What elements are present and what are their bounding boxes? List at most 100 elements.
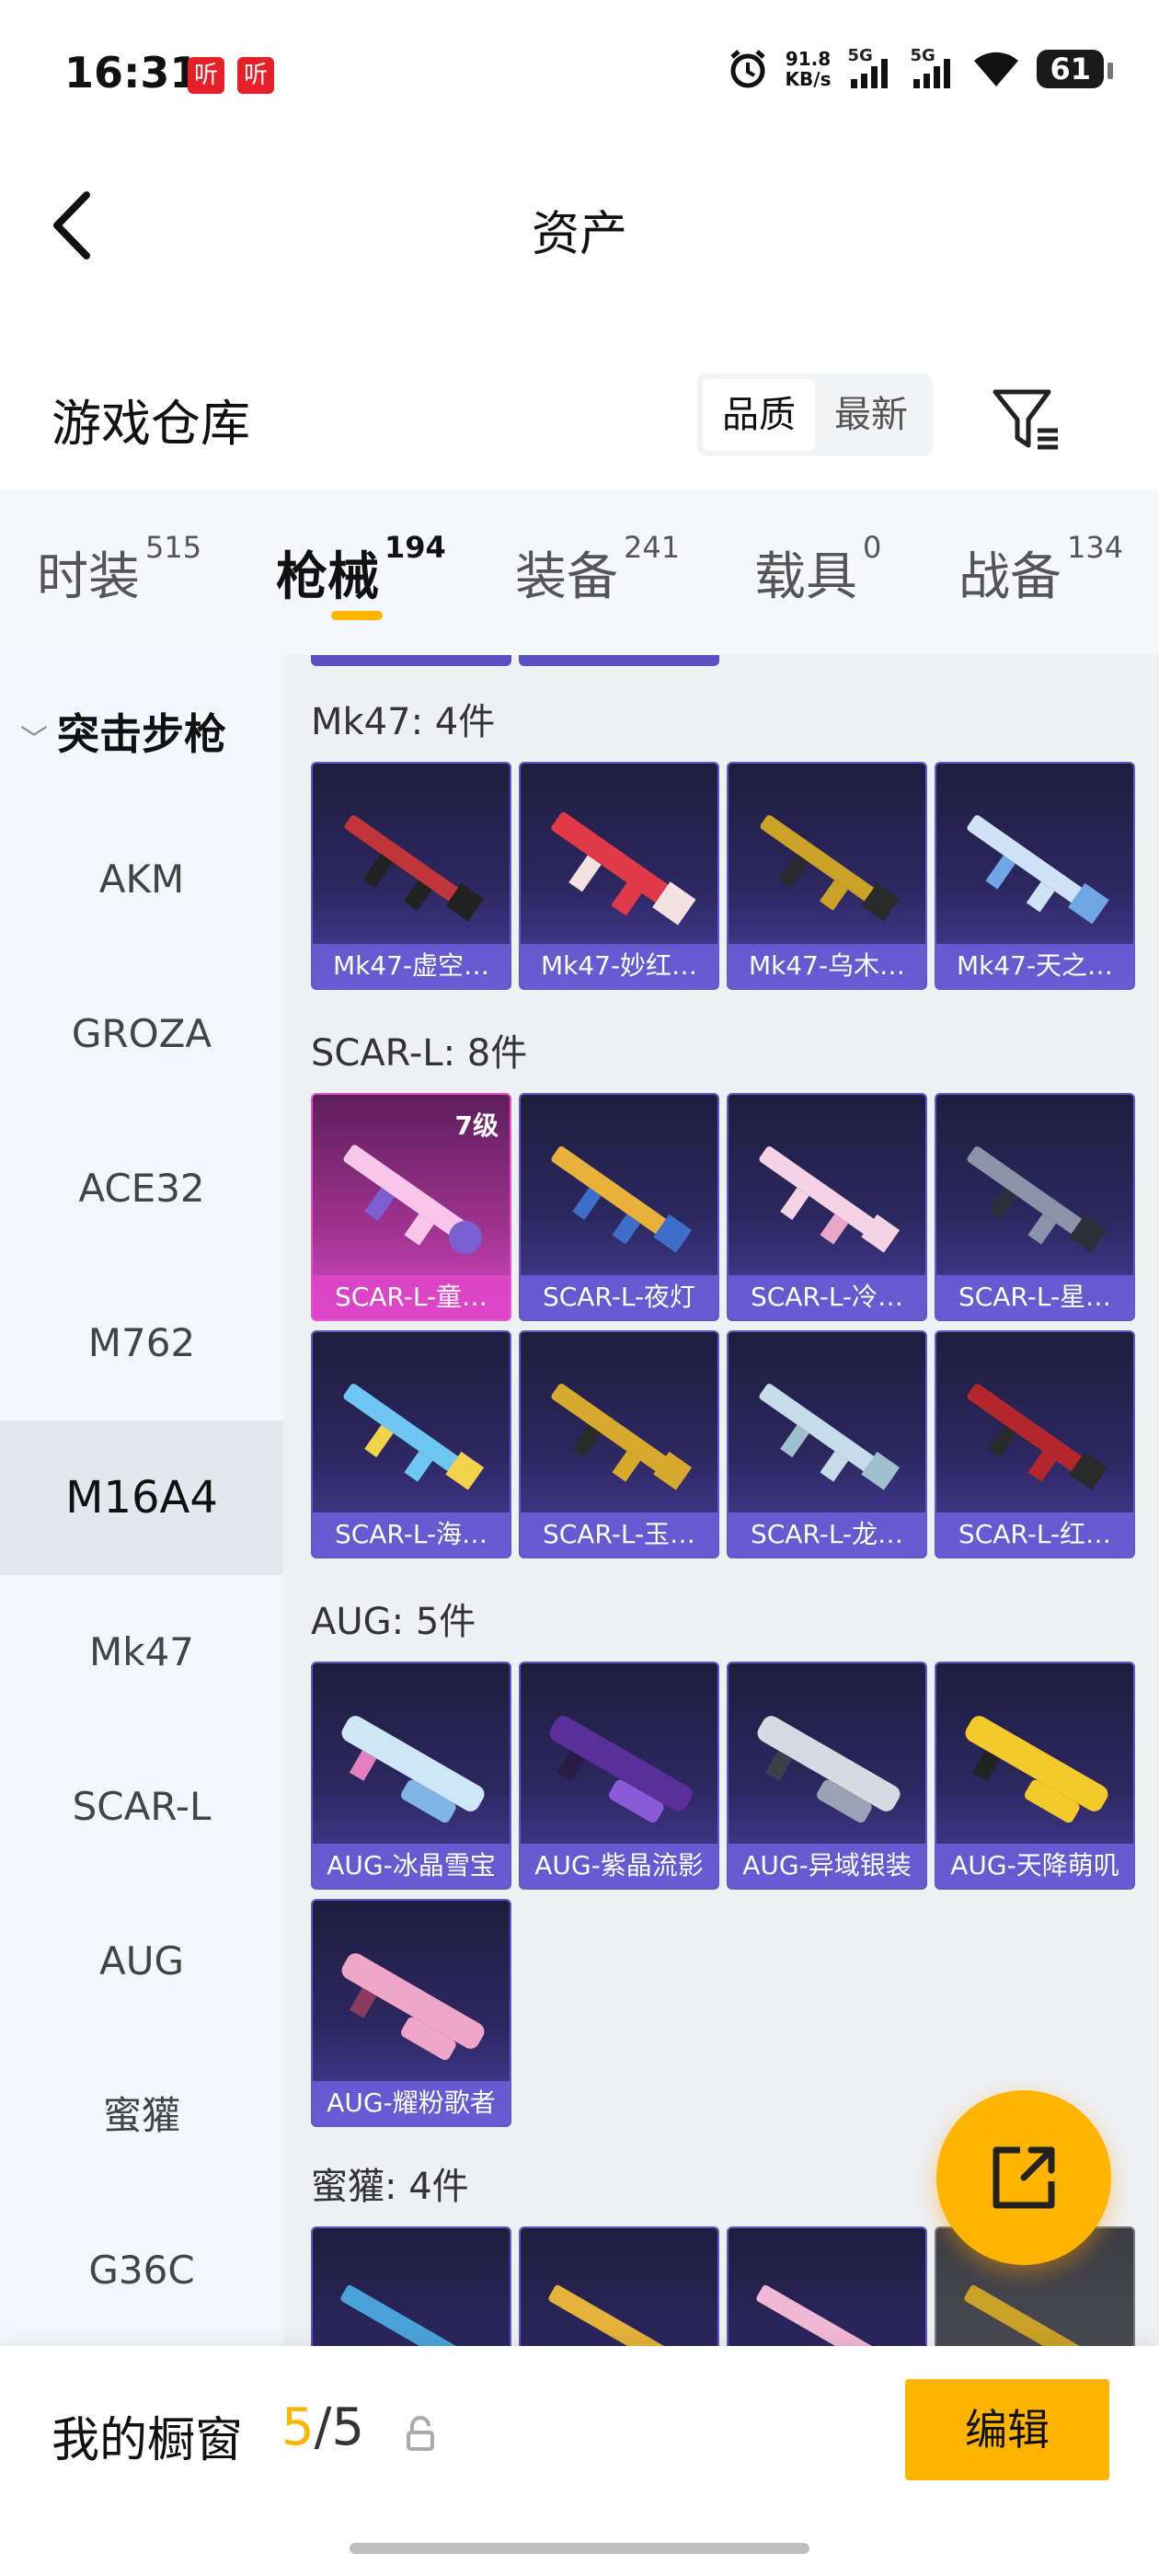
weapon-card[interactable]: AUG-紫晶流影	[519, 1662, 719, 1890]
warehouse-title: 游戏仓库	[52, 395, 250, 453]
showcase-bar: 我的橱窗 5/5 编辑	[0, 2346, 1159, 2576]
tab-label: 载具	[754, 547, 857, 607]
sort-quality[interactable]: 品质	[703, 379, 815, 451]
weapon-card[interactable]: SCAR-L-玉…	[519, 1330, 719, 1558]
card-edge	[519, 655, 719, 666]
sort-latest[interactable]: 最新	[815, 379, 927, 451]
weapon-card[interactable]: AUG-耀粉歌者	[311, 1899, 511, 2127]
lock-icon	[407, 2416, 434, 2451]
sidebar-item[interactable]: AUG	[0, 1884, 283, 2039]
group-title: SCAR-L: 8件	[311, 1032, 528, 1075]
sort-toggle: 品质 最新	[697, 374, 933, 456]
weapon-card[interactable]: SCAR-L-星…	[935, 1093, 1135, 1321]
signal-icon: 5G	[847, 46, 893, 90]
weapon-card[interactable]: SCAR-L-龙…	[727, 1330, 927, 1558]
status-icons: 91.8 KB/s 5G 5G 61	[727, 46, 1113, 90]
network-type: 5G	[910, 46, 935, 65]
home-indicator[interactable]	[350, 2543, 809, 2554]
tab-count: 194	[384, 530, 446, 565]
weapon-name: Mk47-妙红…	[521, 944, 717, 988]
showcase-count: 5/5	[281, 2398, 364, 2457]
weapon-name: AUG-天降萌叽	[936, 1844, 1133, 1888]
alarm-icon	[729, 50, 765, 88]
share-button[interactable]	[936, 2090, 1111, 2265]
tab-count: 241	[624, 530, 681, 565]
network-speed: 91.8 KB/s	[786, 49, 832, 89]
weapon-card[interactable]	[311, 2226, 511, 2346]
notification-badge: 听	[237, 57, 274, 94]
rifle-icon	[341, 1953, 485, 2061]
tab-weapons[interactable]: 枪械 194	[276, 530, 446, 610]
rifle-icon	[344, 815, 485, 922]
tab-label: 枪械	[276, 547, 379, 607]
weapon-name: SCAR-L-童…	[313, 1275, 510, 1319]
sidebar-item[interactable]: M762	[0, 1266, 283, 1420]
weapon-card[interactable]: SCAR-L-海…	[311, 1330, 511, 1558]
sidebar-item[interactable]: Mk47	[0, 1575, 283, 1730]
tab-label: 战备	[958, 547, 1061, 607]
sidebar-item[interactable]: 蜜獾	[0, 2039, 283, 2193]
showcase-count-total: /5	[314, 2398, 365, 2457]
weapon-name: AUG-耀粉歌者	[313, 2081, 510, 2125]
sidebar-item[interactable]: GROZA	[0, 957, 283, 1111]
tab-count: 134	[1067, 530, 1124, 565]
showcase-title: 我的橱窗	[52, 2413, 244, 2468]
tab-label: 装备	[515, 547, 618, 607]
sidebar-category[interactable]: ﹀ 突击步枪	[20, 701, 226, 762]
tab-active-indicator	[331, 611, 383, 620]
weapon-name: AUG-紫晶流影	[521, 1844, 717, 1888]
weapon-card[interactable]: SCAR-L-红…	[935, 1330, 1135, 1558]
edit-button[interactable]: 编辑	[905, 2379, 1109, 2480]
share-icon	[993, 2146, 1055, 2209]
weapon-name: AUG-冰晶雪宝	[313, 1844, 510, 1888]
rifle-icon	[341, 1716, 485, 1823]
tab-equipment[interactable]: 装备 241	[515, 530, 680, 610]
rifle-icon	[551, 1384, 693, 1490]
rifle-icon	[967, 1384, 1108, 1490]
rifle-icon	[760, 815, 901, 922]
network-type: 5G	[847, 46, 873, 65]
weapon-card[interactable]: Mk47-乌木…	[727, 762, 927, 990]
weapon-card[interactable]	[519, 2226, 719, 2346]
rifle-icon	[759, 1146, 901, 1253]
tab-supplies[interactable]: 战备 134	[958, 530, 1123, 610]
weapon-card[interactable]: SCAR-L-冷…	[727, 1093, 927, 1321]
sidebar-item[interactable]: ACE32	[0, 1111, 283, 1266]
weapon-card[interactable]: Mk47-天之…	[935, 762, 1135, 990]
tab-count: 515	[145, 530, 202, 565]
weapon-name: SCAR-L-星…	[936, 1275, 1133, 1319]
rifle-icon	[551, 811, 696, 926]
weapon-name: SCAR-L-红…	[936, 1512, 1133, 1557]
weapon-card[interactable]: Mk47-虚空…	[311, 762, 511, 990]
sidebar-category-label: 突击步枪	[57, 709, 226, 759]
weapon-name: SCAR-L-冷…	[729, 1275, 925, 1319]
warehouse-header: 游戏仓库 品质 最新	[0, 359, 1159, 488]
weapon-card[interactable]: 7级 SCAR-L-童…	[311, 1093, 511, 1321]
weapon-card[interactable]: SCAR-L-夜灯	[519, 1093, 719, 1321]
wifi-icon	[974, 52, 1019, 86]
rifle-icon	[756, 2284, 899, 2346]
sidebar-item[interactable]: AKM	[0, 802, 283, 957]
weapon-card[interactable]: AUG-冰晶雪宝	[311, 1662, 511, 1890]
weapon-name: AUG-异域银装	[729, 1844, 925, 1888]
sidebar-item[interactable]: G36C	[0, 2193, 283, 2346]
weapon-card[interactable]: AUG-异域银装	[727, 1662, 927, 1890]
rifle-icon	[551, 1146, 693, 1253]
weapon-name: SCAR-L-海…	[313, 1512, 510, 1557]
filter-icon[interactable]	[990, 383, 1063, 456]
tab-count: 0	[863, 530, 882, 565]
nav-bar: 资产	[0, 156, 1159, 294]
speed-unit: KB/s	[785, 68, 832, 90]
tab-fashion[interactable]: 时装 515	[37, 530, 201, 610]
weapon-card[interactable]: AUG-天降萌叽	[935, 1662, 1135, 1890]
sidebar-item[interactable]: SCAR-L	[0, 1730, 283, 1884]
weapon-name: Mk47-乌木…	[729, 944, 925, 988]
rifle-icon	[757, 1716, 901, 1823]
battery-indicator: 61	[1037, 50, 1113, 88]
weapon-card[interactable]	[727, 2226, 927, 2346]
status-bar: 16:31 听 听 91.8 KB/s 5G 5G 61	[0, 0, 1159, 156]
sidebar-item-active[interactable]: M16A4	[0, 1420, 283, 1575]
rifle-icon	[759, 1384, 901, 1490]
weapon-card[interactable]: Mk47-妙红…	[519, 762, 719, 990]
tab-vehicles[interactable]: 载具 0	[754, 530, 881, 610]
